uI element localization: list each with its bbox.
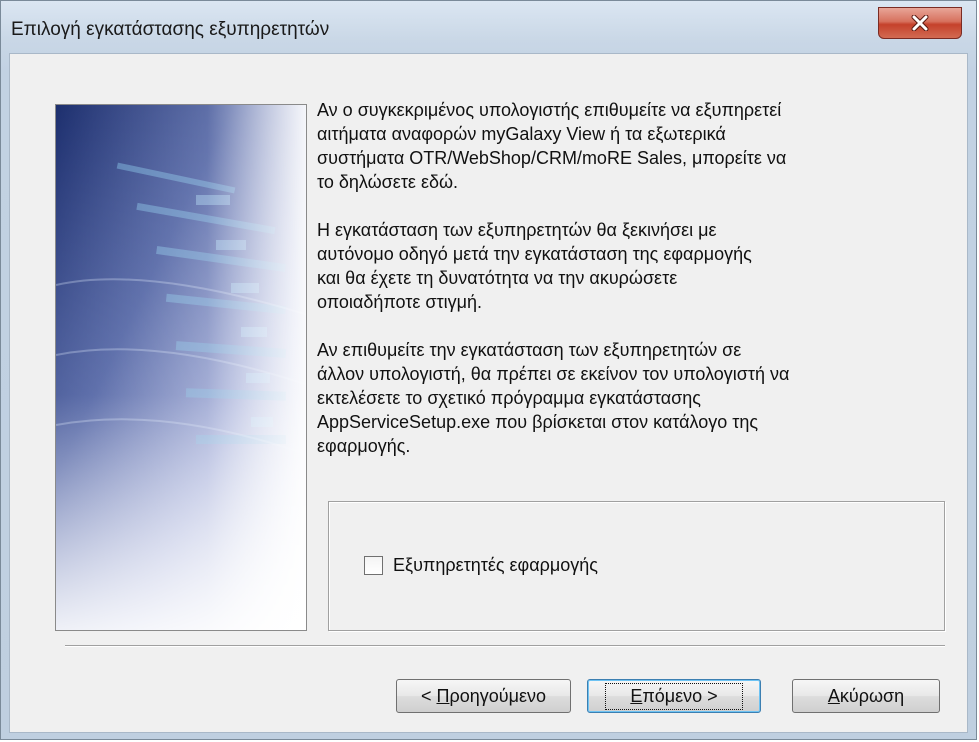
cancel-button-mnemonic: Α <box>827 685 840 706</box>
title-bar[interactable]: Επιλογή εγκατάστασης εξυπηρετητών <box>1 1 976 53</box>
back-button-mnemonic: Π <box>436 685 450 706</box>
next-button[interactable]: Επόμενο > <box>587 679 761 713</box>
back-button-prefix: < <box>420 685 437 706</box>
description-text: Αν ο συγκεκριμένος υπολογιστής επιθυμείτ… <box>317 98 957 482</box>
close-icon <box>911 15 929 31</box>
cancel-button[interactable]: Ακύρωση <box>792 679 940 713</box>
description-paragraph-2: Η εγκατάσταση των εξυπηρετητών θα ξεκινή… <box>317 220 752 312</box>
back-button-label: ροηγούμενο <box>449 685 547 706</box>
description-paragraph-3: Αν επιθυμείτε την εγκατάσταση των εξυπηρ… <box>317 340 790 456</box>
back-button[interactable]: < Προηγούμενο <box>396 679 571 713</box>
app-servers-option[interactable]: Εξυπηρετητές εφαρμογής <box>364 555 598 576</box>
description-paragraph-1: Αν ο συγκεκριμένος υπολογιστής επιθυμείτ… <box>317 100 787 192</box>
wizard-banner-image <box>55 104 307 631</box>
options-group-box: Εξυπηρετητές εφαρμογής <box>328 501 945 631</box>
next-button-mnemonic: Ε <box>630 685 643 706</box>
dialog-body: Αν ο συγκεκριμένος υπολογιστής επιθυμείτ… <box>9 53 968 733</box>
footer-separator <box>65 645 945 647</box>
setup-dialog: Επιλογή εγκατάστασης εξυπηρετητών Αν ο σ… <box>0 0 977 740</box>
app-servers-checkbox[interactable] <box>364 556 383 575</box>
app-servers-checkbox-label[interactable]: Εξυπηρετητές εφαρμογής <box>393 555 598 576</box>
close-button[interactable] <box>878 7 962 39</box>
cancel-button-label: κύρωση <box>839 685 905 706</box>
next-button-suffix: > <box>702 685 718 706</box>
window-title: Επιλογή εγκατάστασης εξυπηρετητών <box>11 19 330 40</box>
next-button-label: πόμενο <box>642 685 703 706</box>
next-button-focus: Επόμενο > <box>605 682 743 710</box>
